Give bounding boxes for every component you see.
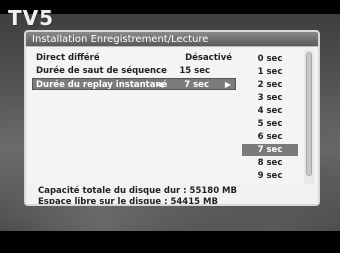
option-item[interactable]: 8 sec [242,157,298,169]
channel-logo: TV5 [8,6,55,30]
dialog-title: Installation Enregistrement/Lecture [26,32,318,47]
setting-label: Durée de saut de séquence [36,66,167,76]
option-item[interactable]: 9 sec [242,170,298,182]
setting-value: 7 sec [184,80,209,90]
letterbox-bottom [0,231,340,253]
setting-skip-duration[interactable]: Durée de saut de séquence 15 sec [32,65,236,77]
left-arrow-icon[interactable]: ◀ [157,79,163,90]
disk-free: Espace libre sur le disque : 54415 MB [38,197,218,206]
setting-label: Direct différé [36,53,100,63]
right-arrow-icon[interactable]: ▶ [225,79,231,90]
duration-options-list: 0 sec 1 sec 2 sec 3 sec 4 sec 5 sec 6 se… [240,50,302,184]
options-scrollbar[interactable] [304,50,314,184]
option-item[interactable]: 6 sec [242,131,298,143]
setting-label: Durée du replay instantané [36,80,168,90]
setting-value: 15 sec [179,66,210,76]
option-item[interactable]: 2 sec [242,79,298,91]
recording-settings-dialog: Installation Enregistrement/Lecture Dire… [24,30,320,206]
setting-instant-replay[interactable]: Durée du replay instantané ◀ 7 sec ▶ [32,78,236,90]
option-item[interactable]: 4 sec [242,105,298,117]
settings-list: Direct différé Désactivé Durée de saut d… [30,50,238,184]
option-item[interactable]: 0 sec [242,53,298,65]
option-item[interactable]: 5 sec [242,118,298,130]
disk-info: Capacité totale du disque dur : 55180 MB… [30,184,314,204]
setting-value: Désactivé [185,53,232,63]
option-item-selected[interactable]: 7 sec [242,144,298,156]
tv-screen: TV5 Installation Enregistrement/Lecture … [0,0,340,253]
option-item[interactable]: 3 sec [242,92,298,104]
scrollbar-thumb[interactable] [306,52,312,176]
setting-timeshift[interactable]: Direct différé Désactivé [32,52,236,64]
disk-total: Capacité totale du disque dur : 55180 MB [38,186,237,196]
option-item[interactable]: 1 sec [242,66,298,78]
